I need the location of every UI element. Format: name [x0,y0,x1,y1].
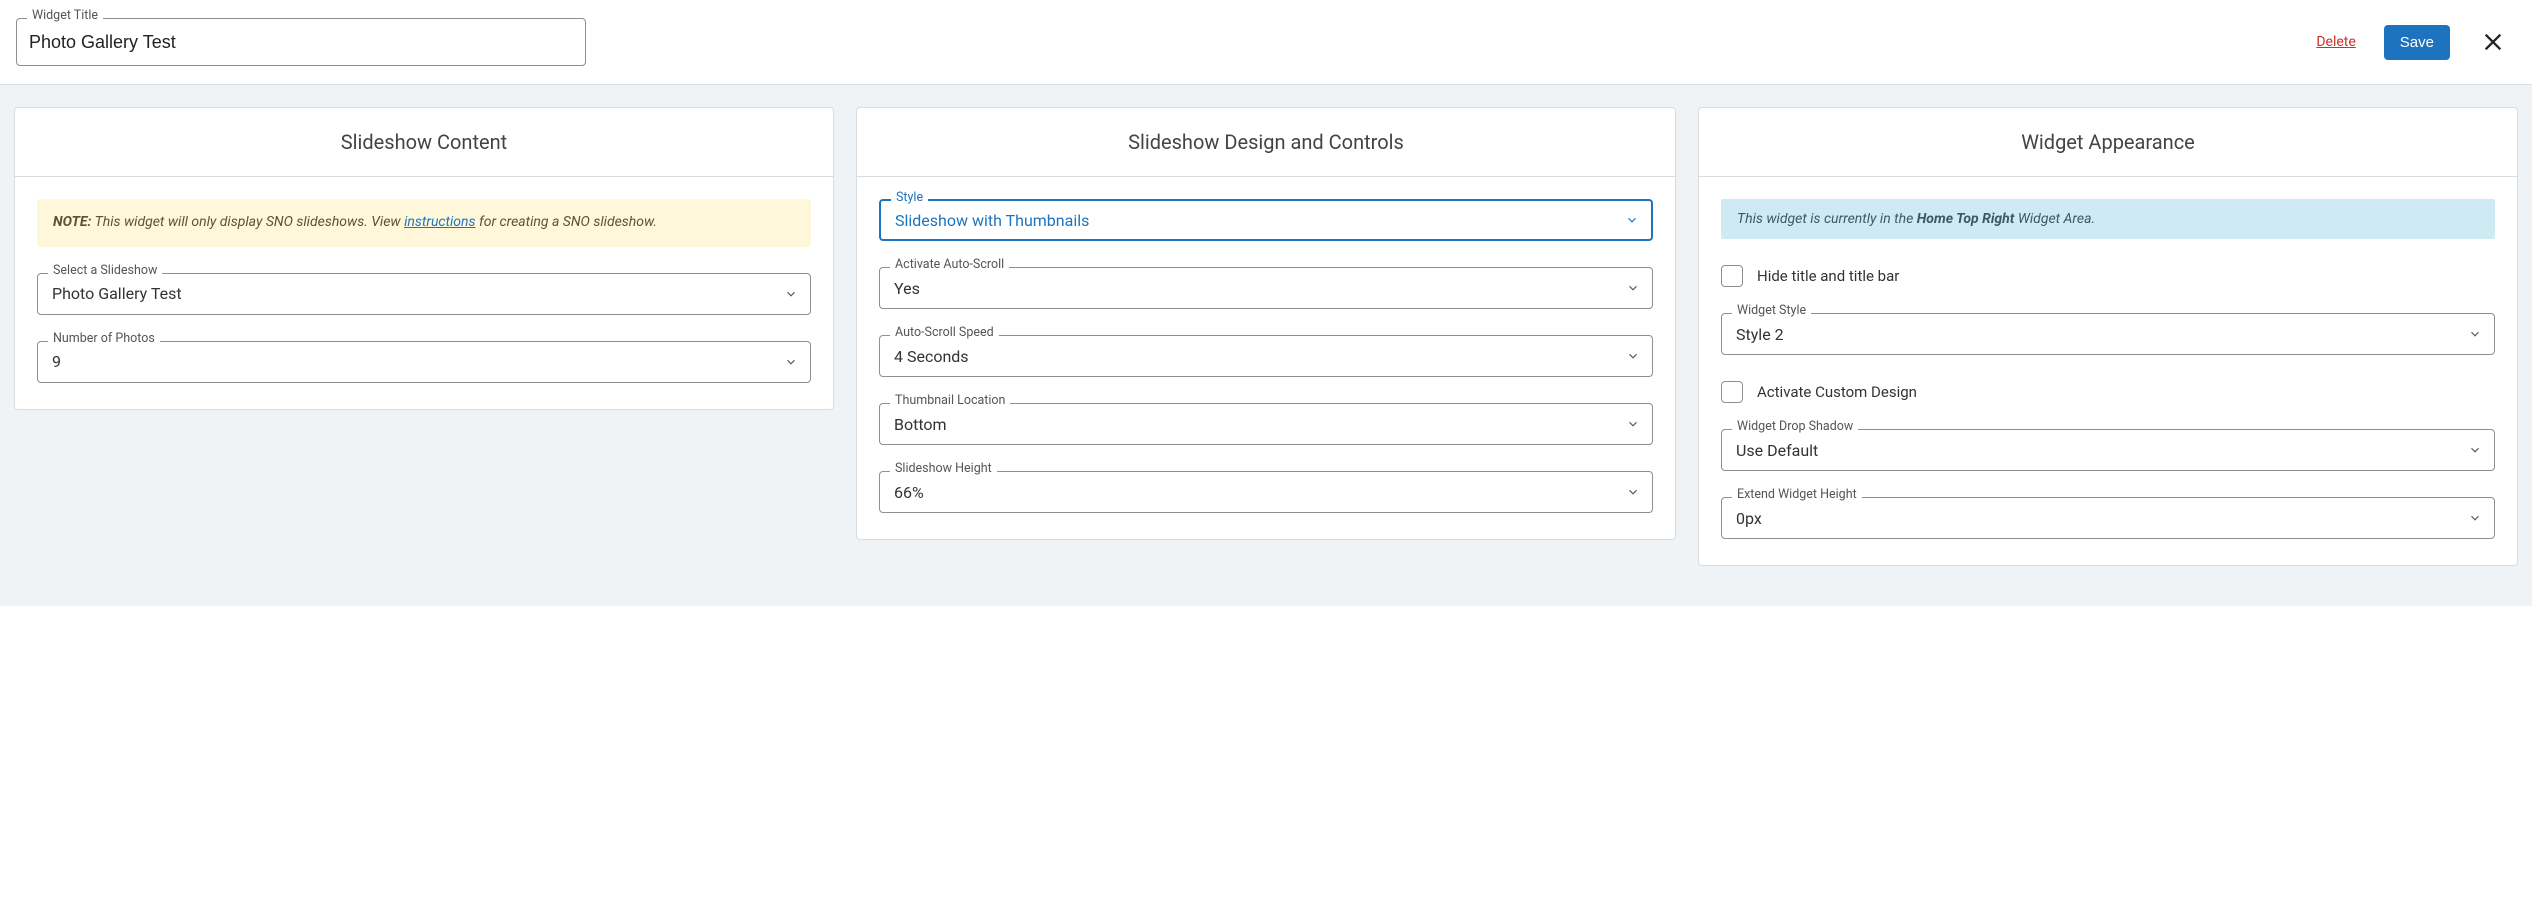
height-value: 66% [894,483,924,502]
extend-height-label: Extend Widget Height [1732,489,1862,502]
panel-title: Slideshow Design and Controls [857,108,1675,177]
note-prefix: NOTE: [53,214,91,230]
panel-slideshow-content: Slideshow Content NOTE: This widget will… [14,107,834,410]
select-slideshow-dropdown[interactable]: Select a Slideshow Photo Gallery Test [37,273,811,315]
widget-style-dropdown[interactable]: Widget Style Style 2 [1721,313,2495,355]
panel-slideshow-design: Slideshow Design and Controls Style Slid… [856,107,1676,540]
style-label: Style [891,192,928,205]
hide-title-label: Hide title and title bar [1757,267,1899,285]
style-dropdown[interactable]: Style Slideshow with Thumbnails [879,199,1653,241]
chevron-down-icon [1625,213,1639,227]
hide-title-checkbox-row: Hide title and title bar [1721,265,2495,287]
slideshow-height-dropdown[interactable]: Slideshow Height 66% [879,471,1653,513]
chevron-down-icon [2468,327,2482,341]
save-button[interactable]: Save [2384,25,2450,60]
chevron-down-icon [1626,349,1640,363]
num-photos-dropdown[interactable]: Number of Photos 9 [37,341,811,383]
select-slideshow-label: Select a Slideshow [48,265,162,278]
panels-area: Slideshow Content NOTE: This widget will… [0,85,2532,606]
thumbnail-location-dropdown[interactable]: Thumbnail Location Bottom [879,403,1653,445]
auto-scroll-value: Yes [894,279,920,298]
note-box: NOTE: This widget will only display SNO … [37,199,811,247]
auto-scroll-label: Activate Auto-Scroll [890,259,1009,272]
chevron-down-icon [1626,485,1640,499]
note-text-a: This widget will only display SNO slides… [91,214,404,230]
num-photos-label: Number of Photos [48,333,160,346]
style-value: Slideshow with Thumbnails [895,211,1089,230]
widget-area-info: This widget is currently in the Home Top… [1721,199,2495,239]
panel-title: Slideshow Content [15,108,833,177]
speed-value: 4 Seconds [894,347,969,366]
height-label: Slideshow Height [890,463,997,476]
note-text-b: for creating a SNO slideshow. [476,214,657,230]
widget-title-field[interactable]: Widget Title [16,18,586,66]
thumb-loc-value: Bottom [894,415,947,434]
extend-height-value: 0px [1736,509,1762,528]
custom-design-checkbox-row: Activate Custom Design [1721,381,2495,403]
thumb-loc-label: Thumbnail Location [890,395,1010,408]
instructions-link[interactable]: instructions [404,214,475,230]
chevron-down-icon [1626,417,1640,431]
delete-link[interactable]: Delete [2316,34,2355,50]
drop-shadow-value: Use Default [1736,441,1818,460]
auto-scroll-dropdown[interactable]: Activate Auto-Scroll Yes [879,267,1653,309]
widget-title-label: Widget Title [27,10,103,23]
auto-scroll-speed-dropdown[interactable]: Auto-Scroll Speed 4 Seconds [879,335,1653,377]
custom-design-label: Activate Custom Design [1757,383,1917,401]
chevron-down-icon [2468,443,2482,457]
custom-design-checkbox[interactable] [1721,381,1743,403]
chevron-down-icon [2468,511,2482,525]
drop-shadow-label: Widget Drop Shadow [1732,421,1858,434]
chevron-down-icon [1626,281,1640,295]
panel-title: Widget Appearance [1699,108,2517,177]
speed-label: Auto-Scroll Speed [890,327,999,340]
num-photos-value: 9 [52,352,61,371]
hide-title-checkbox[interactable] [1721,265,1743,287]
widget-title-input[interactable] [29,32,573,53]
select-slideshow-value: Photo Gallery Test [52,284,182,303]
close-icon[interactable] [2478,27,2508,57]
drop-shadow-dropdown[interactable]: Widget Drop Shadow Use Default [1721,429,2495,471]
header-bar: Widget Title Delete Save [0,0,2532,85]
extend-height-dropdown[interactable]: Extend Widget Height 0px [1721,497,2495,539]
info-text-b: Widget Area. [2014,211,2095,227]
info-text-a: This widget is currently in the [1737,211,1917,227]
panel-widget-appearance: Widget Appearance This widget is current… [1698,107,2518,566]
chevron-down-icon [784,287,798,301]
chevron-down-icon [784,355,798,369]
widget-style-label: Widget Style [1732,305,1811,318]
info-area-name: Home Top Right [1917,211,2015,227]
widget-style-value: Style 2 [1736,325,1784,344]
